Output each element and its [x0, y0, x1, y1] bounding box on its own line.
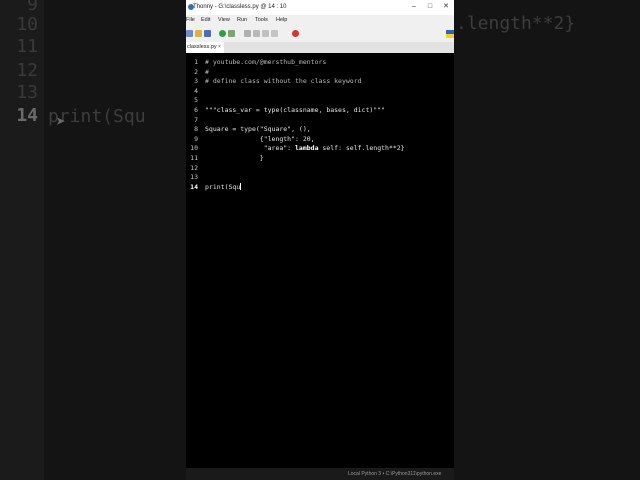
- text-caret: [240, 183, 242, 191]
- stop-icon[interactable]: [292, 30, 299, 37]
- code-area[interactable]: # youtube.com/@mersthub_mentors # # defi…: [203, 53, 454, 464]
- code-line: """class_var = type(classname, bases, di…: [205, 106, 386, 114]
- menu-run[interactable]: Run: [237, 17, 247, 23]
- code-line: {"length": 20,: [205, 134, 315, 143]
- step-over-icon[interactable]: [244, 30, 251, 37]
- background-line-number: 12: [16, 60, 38, 81]
- tab-label: classless.py: [187, 44, 217, 50]
- menu-tools[interactable]: Tools: [255, 17, 268, 23]
- tab-close-icon[interactable]: ×: [218, 44, 221, 50]
- resume-icon[interactable]: [271, 30, 278, 37]
- line-number: 1: [194, 58, 198, 66]
- minimize-button[interactable]: –: [408, 2, 420, 12]
- background-line-number: 13: [16, 82, 38, 103]
- background-right-fragment: .length**2}: [456, 13, 576, 34]
- interpreter-status[interactable]: Local Python 3 • C:\Python311\python.exe: [348, 471, 441, 477]
- current-line-number: 14: [190, 182, 198, 191]
- toolbar: [186, 26, 454, 43]
- line-number: 10: [190, 144, 198, 153]
- line-number: 11: [190, 154, 198, 162]
- save-icon[interactable]: [204, 30, 211, 37]
- line-number: 4: [194, 86, 198, 95]
- background-line-number: 11: [16, 36, 38, 57]
- code-line: #: [205, 67, 209, 76]
- line-number: 12: [190, 163, 198, 172]
- background-line-number: 9: [27, 0, 38, 15]
- menu-file[interactable]: File: [186, 17, 195, 23]
- line-number: 2: [194, 67, 198, 76]
- line-number: 7: [194, 115, 198, 124]
- code-text: "area":: [205, 144, 296, 153]
- new-file-icon[interactable]: [186, 30, 193, 37]
- code-line: # define class without the class keyword: [205, 77, 362, 86]
- line-number: 3: [194, 77, 198, 86]
- thonny-window: Thonny - G:\classless.py @ 14 : 10 – □ ✕…: [186, 0, 454, 480]
- window-title: Thonny - G:\classless.py @ 14 : 10: [193, 4, 287, 10]
- menu-edit[interactable]: Edit: [201, 17, 210, 23]
- step-into-icon[interactable]: [253, 30, 260, 37]
- code-line: }: [205, 154, 264, 162]
- tab-classless-py[interactable]: classless.py ×: [186, 42, 224, 53]
- code-line: "area": lambda self: self.length**2}: [205, 144, 405, 152]
- background-current-line-number: 14: [16, 105, 38, 126]
- menu-bar: File Edit View Run Tools Help: [186, 15, 454, 26]
- line-number-gutter: 1 2 3 4 5 6 7 8 9 10 11 12 13 14: [186, 53, 203, 464]
- step-out-icon[interactable]: [262, 30, 269, 37]
- tab-bar: classless.py ×: [186, 42, 454, 53]
- debug-icon[interactable]: [228, 30, 235, 37]
- menu-help[interactable]: Help: [276, 17, 287, 23]
- title-bar: Thonny - G:\classless.py @ 14 : 10 – □ ✕: [186, 0, 454, 15]
- code-editor[interactable]: 1 2 3 4 5 6 7 8 9 10 11 12 13 14 # youtu…: [186, 53, 454, 464]
- code-line: # youtube.com/@mersthub_mentors: [205, 58, 327, 66]
- line-number: 6: [194, 106, 198, 114]
- background-mouse-pointer-icon: ➤: [56, 112, 66, 131]
- ukraine-flag-icon[interactable]: [446, 30, 454, 38]
- lambda-keyword: lambda: [295, 144, 319, 153]
- close-button[interactable]: ✕: [440, 2, 452, 12]
- status-bar: Local Python 3 • C:\Python311\python.exe: [186, 468, 454, 480]
- maximize-button[interactable]: □: [424, 2, 436, 12]
- code-text: self: self.length**2}: [318, 144, 405, 153]
- run-icon[interactable]: [219, 30, 226, 37]
- line-number: 5: [194, 96, 198, 105]
- line-number: 13: [190, 173, 198, 182]
- menu-view[interactable]: View: [218, 17, 230, 23]
- code-line: Square = type("Square", (),: [205, 125, 311, 134]
- open-folder-icon[interactable]: [195, 30, 202, 37]
- current-code-line[interactable]: print(Squ: [205, 182, 242, 191]
- code-text: print(Squ: [205, 182, 241, 191]
- background-line-number: 10: [16, 14, 38, 35]
- line-number: 8: [194, 125, 198, 134]
- line-number: 9: [194, 134, 198, 143]
